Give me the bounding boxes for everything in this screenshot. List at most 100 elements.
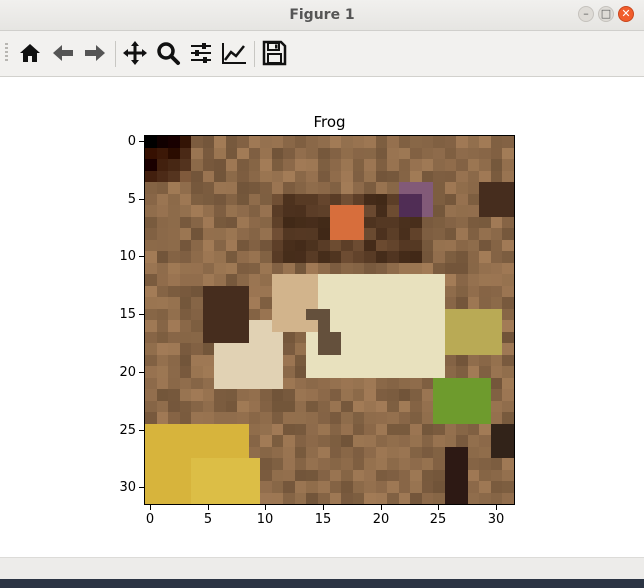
image-pixel (387, 297, 399, 309)
image-pixel (225, 297, 238, 309)
image-pixel (294, 400, 307, 412)
image-pixel (306, 435, 318, 447)
image-pixel (364, 320, 376, 332)
image-pixel (225, 170, 238, 182)
image-pixel (214, 274, 226, 286)
image-pixel (283, 343, 295, 355)
image-pixel (467, 170, 480, 182)
image-pixel (456, 308, 468, 320)
image-pixel (156, 446, 169, 458)
image-pixel (191, 400, 203, 412)
image-pixel (398, 170, 411, 182)
image-pixel (225, 239, 238, 251)
image-pixel (306, 458, 318, 470)
edit-axis-button[interactable] (219, 38, 249, 68)
zoom-button[interactable] (153, 38, 183, 68)
minimize-button[interactable]: – (578, 6, 594, 22)
image-pixel (283, 423, 295, 435)
image-pixel (329, 193, 342, 205)
image-pixel (271, 170, 284, 182)
image-pixel (341, 412, 353, 424)
image-pixel (467, 308, 480, 320)
image-pixel (421, 492, 434, 504)
back-button[interactable] (48, 38, 78, 68)
image-pixel (294, 458, 307, 470)
image-pixel (156, 354, 169, 366)
image-pixel (283, 285, 295, 297)
image-pixel (283, 262, 295, 274)
image-pixel (317, 458, 330, 470)
image-pixel (398, 205, 411, 217)
image-pixel (398, 389, 411, 401)
image-pixel (421, 389, 434, 401)
image-pixel (410, 205, 422, 217)
image-pixel (329, 343, 342, 355)
image-pixel (387, 343, 399, 355)
pan-button[interactable] (120, 38, 150, 68)
image-pixel (375, 423, 388, 435)
image-pixel (398, 412, 411, 424)
image-pixel (421, 228, 434, 240)
image-pixel (341, 423, 353, 435)
image-pixel (352, 366, 365, 378)
image-pixel (352, 412, 365, 424)
image-pixel (306, 159, 318, 171)
image-pixel (317, 285, 330, 297)
image-pixel (490, 274, 503, 286)
x-tick (323, 505, 324, 510)
maximize-button[interactable]: □ (598, 6, 614, 22)
image-pixel (237, 216, 249, 228)
image-pixel (145, 262, 157, 274)
image-pixel (364, 308, 376, 320)
image-pixel (248, 147, 261, 159)
image-pixel (214, 147, 226, 159)
y-tick (139, 199, 144, 200)
image-pixel (283, 492, 295, 504)
image-pixel (202, 458, 215, 470)
image-pixel (237, 435, 249, 447)
image-pixel (456, 400, 468, 412)
image-pixel (145, 239, 157, 251)
image-pixel (145, 159, 157, 171)
image-pixel (260, 308, 272, 320)
image-pixel (421, 343, 434, 355)
image-pixel (214, 343, 226, 355)
image-pixel (444, 297, 457, 309)
image-pixel (387, 481, 399, 493)
image-pixel (306, 366, 318, 378)
home-button[interactable] (15, 38, 45, 68)
image-pixel (375, 469, 388, 481)
image-pixel (317, 469, 330, 481)
image-pixel (444, 170, 457, 182)
image-pixel (490, 159, 503, 171)
image-pixel (398, 159, 411, 171)
image-pixel (283, 377, 295, 389)
close-button[interactable]: ✕ (618, 6, 634, 22)
image-axes[interactable] (144, 135, 515, 505)
image-pixel (271, 481, 284, 493)
image-pixel (479, 331, 491, 343)
image-pixel (444, 458, 457, 470)
image-pixel (214, 308, 226, 320)
image-pixel (214, 251, 226, 263)
image-pixel (467, 159, 480, 171)
figure-canvas[interactable]: Frog 0 5 10 15 20 25 30 0 5 10 15 20 25 … (0, 77, 644, 557)
image-pixel (502, 435, 514, 447)
image-pixel (456, 423, 468, 435)
image-pixel (398, 423, 411, 435)
image-pixel (479, 423, 491, 435)
image-pixel (145, 469, 157, 481)
image-pixel (156, 239, 169, 251)
image-pixel (387, 400, 399, 412)
image-pixel (237, 343, 249, 355)
save-button[interactable] (259, 38, 289, 68)
image-pixel (444, 147, 457, 159)
image-pixel (260, 435, 272, 447)
image-pixel (456, 136, 468, 148)
image-pixel (225, 469, 238, 481)
image-pixel (433, 170, 445, 182)
forward-button[interactable] (80, 38, 110, 68)
x-tick (208, 505, 209, 510)
configure-subplots-button[interactable] (186, 38, 216, 68)
arrow-left-icon (53, 45, 73, 61)
